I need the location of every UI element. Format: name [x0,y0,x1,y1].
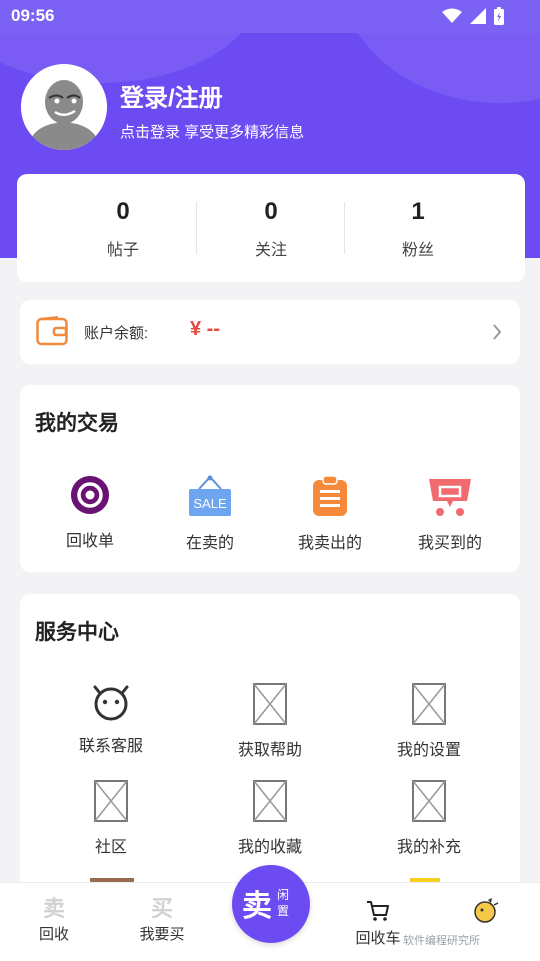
service-my-settings[interactable]: 我的设置 [349,682,509,760]
stats-card: 0 帖子 0 关注 1 粉丝 [17,174,525,282]
avatar-image [21,64,107,150]
stat-fans[interactable]: 1 粉丝 [344,174,492,282]
stat-value: 1 [411,198,425,225]
balance-label: 账户余额: [84,325,149,342]
trade-label: 回收单 [65,533,114,550]
nav-recycle[interactable]: 卖 回收 [4,883,104,944]
trade-label: 我卖出的 [297,535,362,552]
trade-sold[interactable]: 我卖出的 [270,475,390,553]
trade-bought[interactable]: 我买到的 [390,475,510,553]
signal-icon [470,8,486,24]
service-community[interactable]: 社区 [31,779,191,857]
broken-image-icon [412,780,446,822]
trade-label: 在卖的 [185,535,234,552]
stat-value: 0 [116,198,130,225]
service-label: 获取帮助 [237,742,302,759]
trade-on-sale[interactable]: SALE 在卖的 [150,475,270,553]
chick-icon [474,898,499,923]
trade-recycle-orders[interactable]: 回收单 [30,475,150,551]
sell-glyph-icon: 卖 [42,897,65,922]
nav-buy[interactable]: 买 我要买 [112,883,212,944]
nav-profile[interactable] [436,883,536,927]
stat-following[interactable]: 0 关注 [197,174,345,282]
service-get-help[interactable]: 获取帮助 [190,682,350,760]
stat-posts[interactable]: 0 帖子 [49,174,197,282]
section-title: 服务中心 [35,621,119,644]
wallet-icon [36,316,68,346]
balance-value: ¥ -- [190,318,220,340]
broken-image-icon [94,780,128,822]
status-icons [442,7,504,25]
stat-label: 粉丝 [401,242,434,259]
clipboard-icon [313,475,347,516]
svg-text:SALE: SALE [193,496,227,511]
status-time: 09:56 [11,6,55,25]
broken-image-icon [253,683,287,725]
watermark: 软件编程研究所 [403,935,480,947]
service-my-supplements[interactable]: 我的补充 [349,779,509,857]
stat-label: 帖子 [106,242,139,259]
sale-sign-icon: SALE [189,475,231,516]
battery-icon [494,7,504,25]
avatar[interactable] [21,64,107,150]
service-label: 联系客服 [78,738,143,755]
service-label: 我的收藏 [237,839,302,856]
sell-button-label: 卖 [242,889,272,924]
nav-label: 回收 [38,926,69,943]
service-label: 社区 [94,839,127,856]
trade-label: 我买到的 [417,535,482,552]
stat-label: 关注 [254,242,287,259]
broken-image-icon [253,780,287,822]
buy-glyph-icon: 买 [150,897,173,922]
service-customer-support[interactable]: 联系客服 [31,682,191,756]
my-trades-card: 我的交易 回收单 SALE 在卖的 我卖出的 我买到的 [20,385,520,572]
sell-button-sublabel: 闲置 [277,888,290,918]
service-label: 我的补充 [396,839,461,856]
header-decoration [340,33,540,103]
recycle-order-icon [71,476,109,514]
service-center-card: 服务中心 联系客服 获取帮助 我的设置 社区 我的收藏 我的补充 [20,594,520,894]
customer-service-icon [93,685,129,721]
login-subtitle: 点击登录 享受更多精彩信息 [120,124,305,141]
nav-label: 我要买 [139,926,185,943]
cart-bag-icon [429,479,471,516]
broken-image-icon [412,683,446,725]
cart-icon [367,901,389,921]
service-label: 我的设置 [396,742,461,759]
service-my-favorites[interactable]: 我的收藏 [190,779,350,857]
stat-value: 0 [264,198,278,225]
section-title: 我的交易 [35,412,119,435]
account-balance-row[interactable]: 账户余额: ¥ -- [20,300,520,364]
wifi-icon [442,8,462,23]
sell-idle-button[interactable]: 卖 闲置 [232,865,310,943]
status-bar: 09:56 [0,0,540,33]
chevron-right-icon [493,324,502,340]
login-register-link[interactable]: 登录/注册 [120,78,223,113]
